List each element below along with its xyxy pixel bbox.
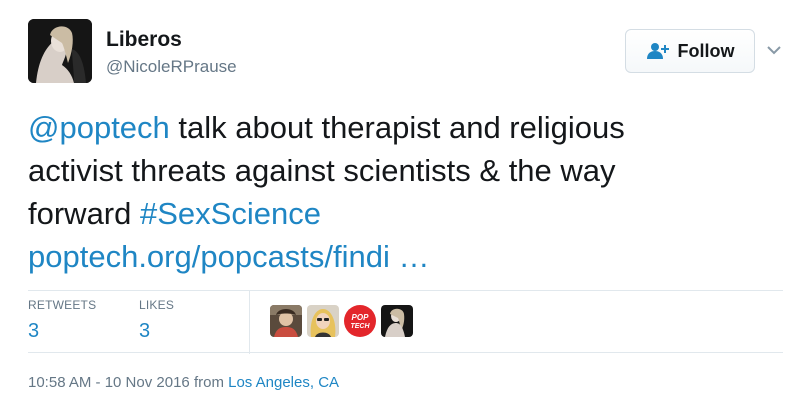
likes-stat[interactable]: LIKES 3: [139, 298, 174, 344]
tweet-url-link[interactable]: poptech.org/popcasts/findi …: [28, 235, 773, 278]
poptech-logo-line-2: TECH: [350, 323, 370, 330]
tweet-line-3: forward #SexScience: [28, 192, 773, 235]
tweet-line-2: activist threats against scientists & th…: [28, 153, 616, 188]
timestamp-from: from: [189, 374, 229, 391]
chevron-down-icon[interactable]: [766, 44, 782, 56]
mention-link[interactable]: @poptech: [28, 110, 170, 145]
follow-button-label: Follow: [677, 40, 735, 61]
author-avatar[interactable]: [28, 19, 92, 83]
liker-avatar-2[interactable]: [307, 305, 339, 337]
tweet-line-1-text: talk about therapist and religious: [169, 110, 625, 145]
tweet-timestamp: 10:58 AM - 10 Nov 2016 from Los Angeles,…: [28, 373, 339, 393]
follow-button[interactable]: Follow: [625, 29, 755, 73]
timestamp-time[interactable]: 10:58 AM - 10 Nov 2016: [28, 374, 190, 391]
tweet-line-3-text: forward: [28, 196, 140, 231]
add-user-icon: [646, 43, 669, 59]
author-avatar-image: [28, 19, 92, 83]
likes-count: 3: [139, 320, 151, 342]
retweets-label: RETWEETS: [28, 298, 97, 312]
author-display-name[interactable]: Liberos: [106, 28, 182, 52]
liker-avatar-poptech[interactable]: POP TECH: [344, 305, 376, 337]
stats-separator: [249, 290, 250, 354]
retweets-count: 3: [28, 320, 40, 342]
hashtag-link[interactable]: #SexScience: [140, 196, 321, 231]
retweets-stat[interactable]: RETWEETS 3: [28, 298, 96, 344]
author-handle[interactable]: @NicoleRPrause: [106, 56, 237, 78]
tweet-text: @poptech talk about therapist and religi…: [28, 106, 773, 278]
stats-top-divider: [28, 290, 783, 291]
poptech-logo-line-1: POP: [352, 313, 370, 322]
stats-bottom-divider: [28, 352, 783, 353]
liker-avatars: POP TECH: [270, 305, 413, 337]
liker-avatar-4[interactable]: [381, 305, 413, 337]
liker-avatar-1[interactable]: [270, 305, 302, 337]
tweet-line-1: @poptech talk about therapist and religi…: [28, 106, 773, 149]
location-link[interactable]: Los Angeles, CA: [228, 374, 339, 391]
likes-label: LIKES: [139, 298, 175, 312]
